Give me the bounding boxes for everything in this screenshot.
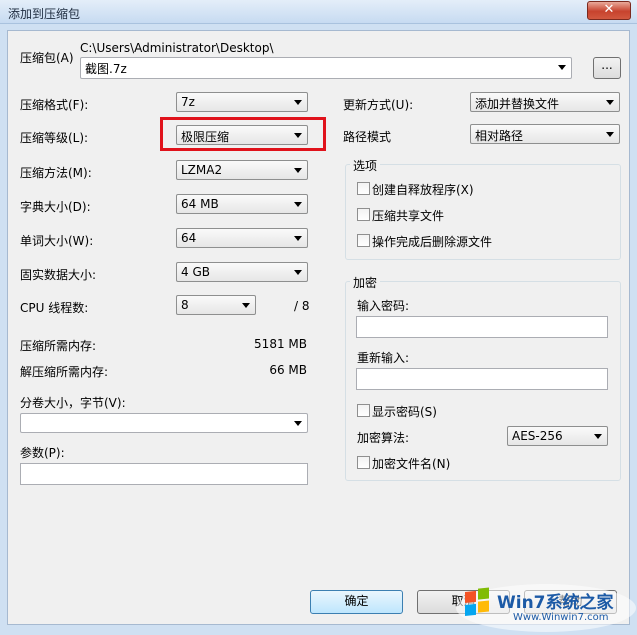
chevron-down-icon [294,100,302,105]
split-combo[interactable] [20,413,308,433]
path-mode-combo[interactable]: 相对路径 [470,124,620,144]
method-combo[interactable]: LZMA2 [176,160,308,180]
archive-label: 压缩包(A) [20,51,74,65]
delete-after-checkbox[interactable] [357,234,370,247]
chevron-down-icon [242,303,250,308]
watermark-url: Www.Winwin7.com [513,612,609,623]
dict-combo[interactable]: 64 MB [176,194,308,214]
chevron-down-icon [294,270,302,275]
chevron-down-icon [606,100,614,105]
browse-button[interactable]: ... [593,57,621,79]
highlight-rectangle [160,117,326,151]
method-value: LZMA2 [181,163,223,177]
chevron-down-icon [606,132,614,137]
solid-label: 固实数据大小: [20,268,97,282]
path-mode-value: 相对路径 [475,129,524,143]
word-combo[interactable]: 64 [176,228,308,248]
chevron-down-icon [594,434,602,439]
chevron-down-icon [294,202,302,207]
title-bar: 添加到压缩包 ✕ [0,0,637,24]
params-label: 参数(P): [20,446,65,460]
encrypt-names-label: 加密文件名(N) [372,457,451,471]
chevron-down-icon [294,236,302,241]
word-value: 64 [181,231,197,245]
encrypt-names-checkbox[interactable] [357,456,370,469]
close-button[interactable]: ✕ [587,1,631,20]
archive-name-value: 截图.7z [85,62,127,76]
update-mode-combo[interactable]: 添加并替换文件 [470,92,620,112]
format-combo[interactable]: 7z [176,92,308,112]
mem-decompress-label: 解压缩所需内存: [20,365,109,379]
archive-path: C:\Users\Administrator\Desktop\ [80,41,274,55]
threads-label: CPU 线程数: [20,301,89,315]
dict-value: 64 MB [181,197,219,211]
close-icon: ✕ [603,2,615,17]
password-label: 输入密码: [357,299,410,313]
path-mode-label: 路径模式 [343,130,392,144]
reenter-password-input[interactable] [356,368,608,390]
watermark-logo: Win7系统之家 Www.Winwin7.com [455,578,637,632]
format-value: 7z [181,95,195,109]
dialog-client: 压缩包(A) C:\Users\Administrator\Desktop\ 截… [7,30,630,625]
encryption-method-combo[interactable]: AES-256 [507,426,608,446]
ok-button[interactable]: 确定 [310,590,403,614]
shared-label: 压缩共享文件 [372,209,445,223]
options-group-title: 选项 [350,157,381,174]
chevron-down-icon [294,168,302,173]
encryption-method-value: AES-256 [512,429,563,443]
solid-combo[interactable]: 4 GB [176,262,308,282]
mem-decompress-value: 66 MB [269,363,307,377]
level-label: 压缩等级(L): [20,131,89,145]
threads-value: 8 [181,298,189,312]
threads-combo[interactable]: 8 [176,295,256,315]
password-input[interactable] [356,316,608,338]
mem-compress-value: 5181 MB [254,337,307,351]
mem-compress-label: 压缩所需内存: [20,339,97,353]
show-password-checkbox[interactable] [357,404,370,417]
archive-name-combo[interactable]: 截图.7z [80,57,572,79]
watermark-brand: Win7系统之家 [497,593,614,613]
update-mode-value: 添加并替换文件 [475,97,560,111]
format-label: 压缩格式(F): [20,98,89,112]
word-label: 单词大小(W): [20,234,94,248]
window-title: 添加到压缩包 [8,7,81,21]
params-input[interactable] [20,463,308,485]
chevron-down-icon [294,421,302,426]
show-password-label: 显示密码(S) [372,405,437,419]
reenter-label: 重新输入: [357,351,410,365]
update-mode-label: 更新方式(U): [343,98,414,112]
encryption-group-title: 加密 [350,274,381,291]
shared-checkbox[interactable] [357,208,370,221]
encryption-method-label: 加密算法: [357,431,410,445]
delete-after-label: 操作完成后删除源文件 [372,235,493,249]
dict-label: 字典大小(D): [20,200,91,214]
sfx-label: 创建自释放程序(X) [372,183,474,197]
chevron-down-icon [558,65,566,70]
split-label: 分卷大小，字节(V): [20,396,126,410]
solid-value: 4 GB [181,265,210,279]
sfx-checkbox[interactable] [357,182,370,195]
threads-max: / 8 [294,299,310,313]
method-label: 压缩方法(M): [20,166,92,180]
